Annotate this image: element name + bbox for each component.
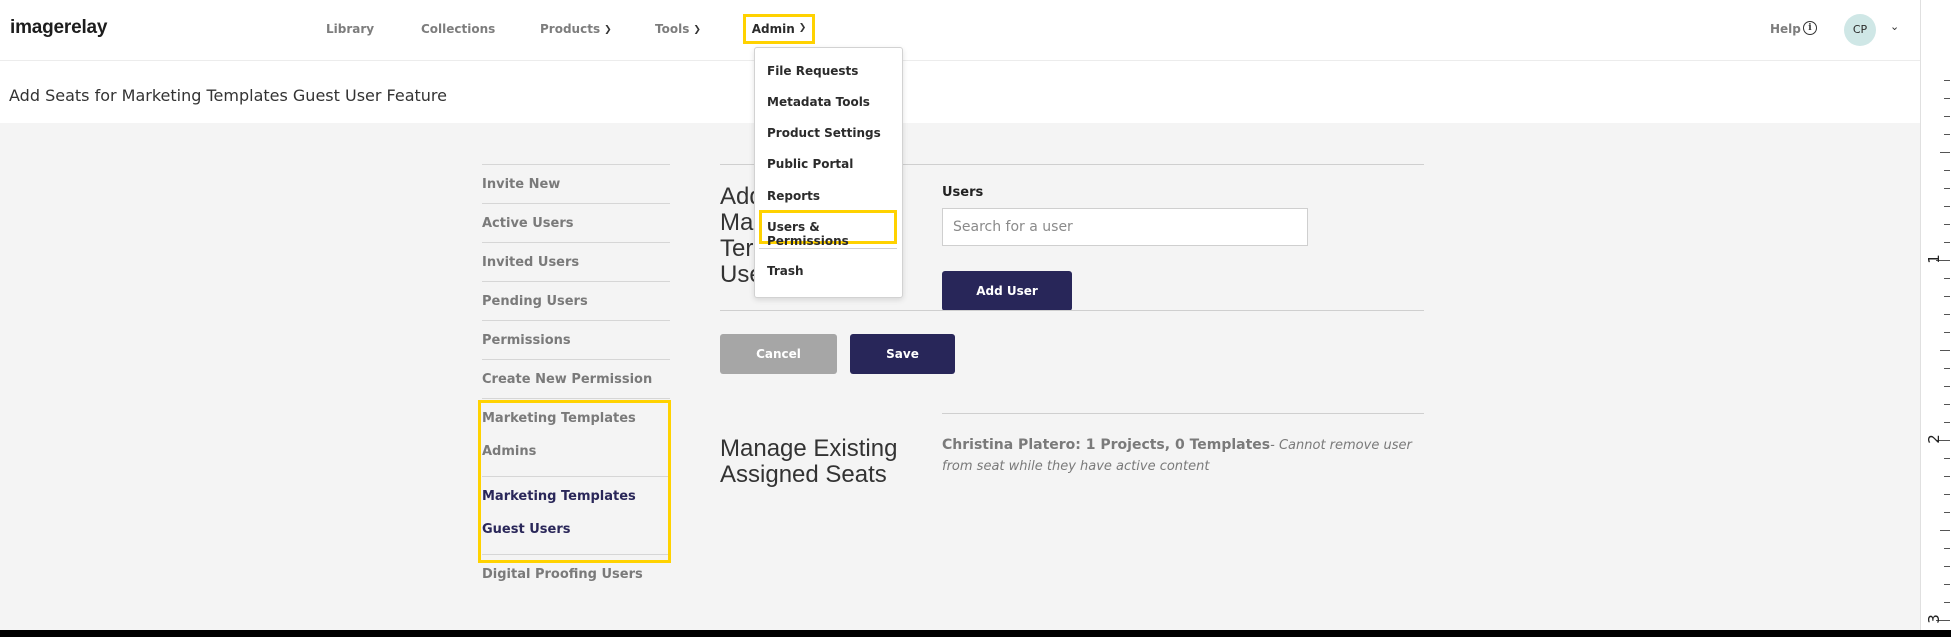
ruler-tick — [1944, 314, 1950, 315]
highlight-box — [478, 400, 671, 563]
ruler-tick — [1944, 512, 1950, 513]
ruler-tick — [1944, 80, 1950, 81]
ruler-tick — [1940, 350, 1950, 351]
ruler-tick — [1940, 530, 1950, 531]
ruler-label: 2 — [1924, 434, 1943, 444]
info-icon[interactable]: i — [1803, 21, 1817, 35]
nav-products-label: Products — [540, 22, 601, 36]
ruler-tick — [1944, 170, 1950, 171]
ruler-tick — [1944, 422, 1950, 423]
menu-item-metadata-tools[interactable]: Metadata Tools — [767, 95, 870, 109]
menu-item-reports[interactable]: Reports — [767, 189, 820, 203]
user-search-input[interactable] — [942, 208, 1308, 246]
section-divider — [942, 413, 1424, 414]
nav-tools[interactable]: Tools ❯ — [655, 22, 701, 36]
assigned-seat-row: Christina Platero: 1 Projects, 0 Templat… — [942, 435, 1422, 477]
nav-admin-label: Admin — [751, 22, 795, 36]
add-user-button[interactable]: Add User — [942, 271, 1072, 311]
imagerelay-logo[interactable]: imagerelay — [10, 17, 107, 39]
manage-section-title-line: Manage Existing — [720, 435, 898, 462]
menu-item-users-permissions[interactable]: Users & Permissions — [767, 220, 902, 248]
sidebar-divider — [482, 320, 670, 321]
sidebar-item-invited-users[interactable]: Invited Users — [482, 255, 670, 270]
sidebar-item-invite-new[interactable]: Invite New — [482, 177, 670, 192]
ruler-tick — [1944, 476, 1950, 477]
menu-item-file-requests[interactable]: File Requests — [767, 64, 858, 78]
page-title: Add Seats for Marketing Templates Guest … — [9, 86, 447, 105]
users-label: Users — [942, 185, 984, 200]
ruler-tick — [1944, 332, 1950, 333]
sidebar-divider — [482, 203, 670, 204]
ruler-tick — [1944, 224, 1950, 225]
nav-products[interactable]: Products ❯ — [540, 22, 612, 36]
sidebar-divider — [482, 281, 670, 282]
sidebar-divider — [482, 359, 670, 360]
nav-admin[interactable]: Admin ❯ — [743, 14, 815, 44]
sidebar-divider — [482, 398, 670, 399]
menu-separator — [759, 248, 897, 249]
manage-section-title: Manage Existing Assigned Seats — [720, 436, 897, 488]
ruler-label: 1 — [1924, 254, 1943, 264]
ruler-tick — [1944, 566, 1950, 567]
ruler-tick — [1944, 584, 1950, 585]
ruler-tick — [1944, 278, 1950, 279]
manage-section-title-line: Assigned Seats — [720, 461, 887, 488]
ruler-tick — [1944, 368, 1950, 369]
ruler-tick — [1944, 386, 1950, 387]
sidebar-divider — [482, 164, 670, 165]
ruler-tick — [1944, 116, 1950, 117]
ruler-tick — [1944, 602, 1950, 603]
user-avatar[interactable]: CP — [1844, 14, 1876, 46]
ruler-tick — [1944, 134, 1950, 135]
ruler-tick — [1944, 296, 1950, 297]
menu-item-product-settings[interactable]: Product Settings — [767, 126, 881, 140]
help-link[interactable]: Help — [1770, 22, 1801, 36]
sidebar-item-active-users[interactable]: Active Users — [482, 216, 670, 231]
seat-owner: Christina Platero: 1 Projects, 0 Templat… — [942, 437, 1271, 453]
admin-dropdown-menu: File Requests Metadata Tools Product Set… — [754, 47, 903, 298]
sidebar-item-pending-users[interactable]: Pending Users — [482, 294, 670, 309]
ruler-tick — [1944, 548, 1950, 549]
nav-library[interactable]: Library — [326, 22, 374, 36]
top-navigation-bar — [0, 0, 1920, 61]
sidebar-divider — [482, 242, 670, 243]
menu-item-public-portal[interactable]: Public Portal — [767, 157, 853, 171]
ruler-tick — [1944, 404, 1950, 405]
ruler-tick — [1940, 152, 1950, 153]
sidebar-item-digital-proofing-users[interactable]: Digital Proofing Users — [482, 567, 670, 582]
ruler-label: 3 — [1924, 614, 1943, 624]
ruler-tick — [1944, 188, 1950, 189]
section-divider — [720, 310, 1424, 311]
cancel-button[interactable]: Cancel — [720, 334, 837, 374]
chevron-down-icon[interactable]: ⌄ — [1890, 20, 1899, 33]
bottom-bar — [0, 630, 1951, 637]
ruler-tick — [1944, 458, 1950, 459]
ruler-tick — [1944, 206, 1950, 207]
chevron-down-icon: ❯ — [693, 25, 701, 35]
ruler-tick — [1944, 494, 1950, 495]
save-button[interactable]: Save — [850, 334, 955, 374]
ruler-tick — [1944, 242, 1950, 243]
ruler-tick — [1944, 98, 1950, 99]
nav-collections[interactable]: Collections — [421, 22, 495, 36]
sidebar-item-create-new-permission[interactable]: Create New Permission — [482, 372, 670, 387]
nav-tools-label: Tools — [655, 22, 690, 36]
chevron-down-icon: ❯ — [604, 25, 612, 35]
vertical-ruler: 1 2 3 — [1920, 0, 1951, 630]
sidebar-item-permissions[interactable]: Permissions — [482, 333, 670, 348]
chevron-down-icon: ❯ — [798, 23, 807, 33]
menu-item-trash[interactable]: Trash — [767, 264, 804, 278]
